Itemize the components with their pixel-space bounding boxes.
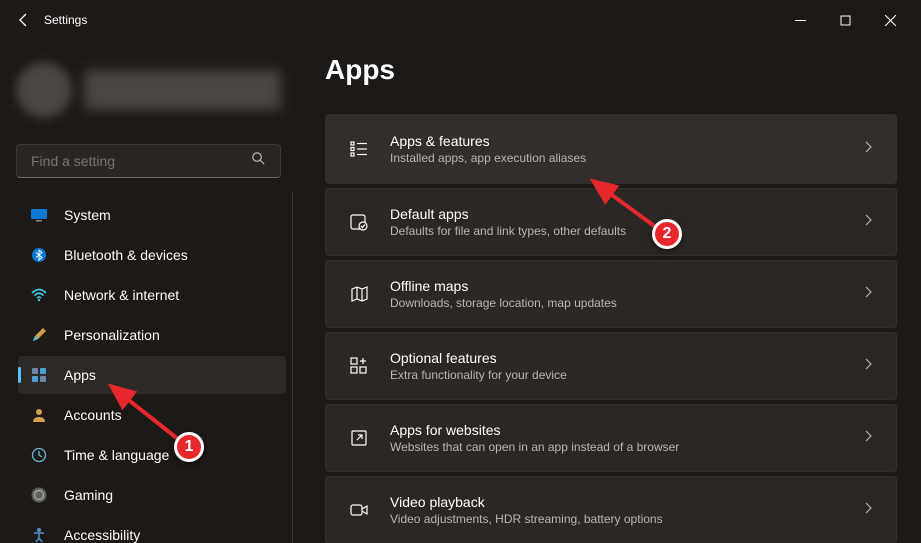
maximize-button[interactable] xyxy=(823,4,868,36)
sidebar-item-bluetooth[interactable]: Bluetooth & devices xyxy=(18,236,286,274)
minimize-button[interactable] xyxy=(778,4,823,36)
card-desc: Extra functionality for your device xyxy=(390,368,842,382)
card-title: Video playback xyxy=(390,494,842,510)
card-desc: Defaults for file and link types, other … xyxy=(390,224,842,238)
user-section[interactable] xyxy=(0,56,297,136)
open-external-icon xyxy=(348,428,370,448)
default-apps-icon xyxy=(348,212,370,232)
page-title: Apps xyxy=(325,54,897,86)
card-desc: Video adjustments, HDR streaming, batter… xyxy=(390,512,842,526)
sidebar-item-label: Gaming xyxy=(64,487,113,503)
list-icon xyxy=(348,139,370,159)
sidebar-item-label: System xyxy=(64,207,111,223)
back-button[interactable] xyxy=(8,4,40,36)
person-icon xyxy=(30,406,48,424)
chevron-right-icon xyxy=(862,429,874,447)
card-apps-features[interactable]: Apps & features Installed apps, app exec… xyxy=(325,114,897,184)
chevron-right-icon xyxy=(862,285,874,303)
user-name-redacted xyxy=(84,70,281,110)
card-desc: Installed apps, app execution aliases xyxy=(390,151,842,165)
sidebar: System Bluetooth & devices Network & int… xyxy=(0,40,297,543)
sidebar-item-system[interactable]: System xyxy=(18,196,286,234)
sidebar-item-label: Time & language xyxy=(64,447,169,463)
card-title: Apps & features xyxy=(390,133,842,149)
window-title: Settings xyxy=(44,13,87,27)
sidebar-item-label: Accounts xyxy=(64,407,122,423)
sidebar-item-time[interactable]: Time & language xyxy=(18,436,286,474)
sidebar-item-label: Personalization xyxy=(64,327,160,343)
gaming-icon xyxy=(30,486,48,504)
sidebar-item-label: Bluetooth & devices xyxy=(64,247,188,263)
card-default-apps[interactable]: Default apps Defaults for file and link … xyxy=(325,188,897,256)
search-icon xyxy=(251,151,266,171)
clock-globe-icon xyxy=(30,446,48,464)
sidebar-item-apps[interactable]: Apps xyxy=(18,356,286,394)
card-optional-features[interactable]: Optional features Extra functionality fo… xyxy=(325,332,897,400)
wifi-icon xyxy=(30,286,48,304)
nav-list: System Bluetooth & devices Network & int… xyxy=(0,192,293,543)
avatar xyxy=(16,62,72,118)
apps-icon xyxy=(30,366,48,384)
sidebar-item-accessibility[interactable]: Accessibility xyxy=(18,516,286,543)
settings-cards: Apps & features Installed apps, app exec… xyxy=(325,114,897,543)
card-title: Apps for websites xyxy=(390,422,842,438)
sidebar-item-gaming[interactable]: Gaming xyxy=(18,476,286,514)
sidebar-item-label: Network & internet xyxy=(64,287,179,303)
search-box[interactable] xyxy=(16,144,281,178)
chevron-right-icon xyxy=(862,213,874,231)
title-bar: Settings xyxy=(0,0,921,40)
display-icon xyxy=(30,206,48,224)
card-title: Optional features xyxy=(390,350,842,366)
sidebar-item-network[interactable]: Network & internet xyxy=(18,276,286,314)
sidebar-item-personalization[interactable]: Personalization xyxy=(18,316,286,354)
video-icon xyxy=(348,500,370,520)
card-title: Default apps xyxy=(390,206,842,222)
sidebar-item-label: Apps xyxy=(64,367,96,383)
chevron-right-icon xyxy=(862,140,874,158)
search-input[interactable] xyxy=(31,153,251,169)
chevron-right-icon xyxy=(862,357,874,375)
sidebar-item-accounts[interactable]: Accounts xyxy=(18,396,286,434)
card-desc: Downloads, storage location, map updates xyxy=(390,296,842,310)
sidebar-item-label: Accessibility xyxy=(64,527,140,543)
window-controls xyxy=(778,4,913,36)
card-apps-websites[interactable]: Apps for websites Websites that can open… xyxy=(325,404,897,472)
grid-plus-icon xyxy=(348,356,370,376)
main-content: Apps Apps & features Installed apps, app… xyxy=(297,40,921,543)
card-title: Offline maps xyxy=(390,278,842,294)
paintbrush-icon xyxy=(30,326,48,344)
card-desc: Websites that can open in an app instead… xyxy=(390,440,842,454)
chevron-right-icon xyxy=(862,501,874,519)
close-button[interactable] xyxy=(868,4,913,36)
bluetooth-icon xyxy=(30,246,48,264)
map-icon xyxy=(348,284,370,304)
card-offline-maps[interactable]: Offline maps Downloads, storage location… xyxy=(325,260,897,328)
card-video-playback[interactable]: Video playback Video adjustments, HDR st… xyxy=(325,476,897,543)
accessibility-icon xyxy=(30,526,48,543)
